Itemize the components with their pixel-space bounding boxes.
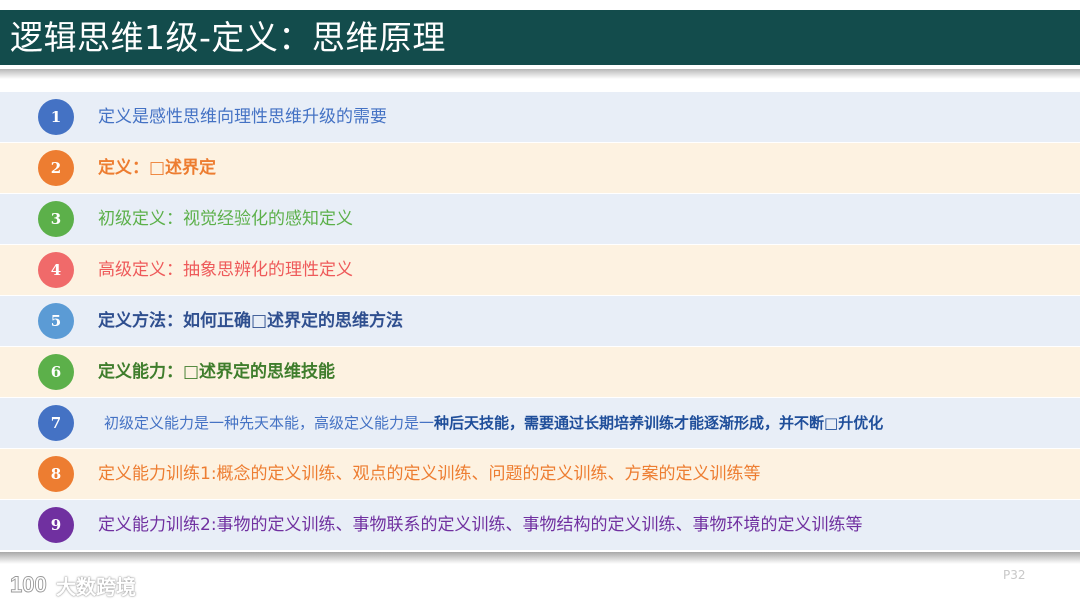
page-title: 逻辑思维1级-定义：思维原理 bbox=[10, 18, 446, 57]
item-text: 定义是感性思维向理性思维升级的需要 bbox=[98, 107, 387, 127]
list-item: 1 定义是感性思维向理性思维升级的需要 bbox=[0, 92, 1080, 142]
list-item: 5 定义方法：如何正确□述界定的思维方法 bbox=[0, 296, 1080, 346]
item-text: 初级定义能力是一种先天本能，高级定义能力是一种后天技能，需要通过长期培养训练才能… bbox=[104, 398, 883, 448]
item-text: 定义能力训练2:事物的定义训练、事物联系的定义训练、事物结构的定义训练、事物环境… bbox=[98, 515, 863, 535]
svg-text:100: 100 bbox=[10, 572, 47, 597]
number-badge: 9 bbox=[38, 507, 74, 543]
points-list: 1 定义是感性思维向理性思维升级的需要 2 定义：□述界定 3 初级定义：视觉经… bbox=[0, 92, 1080, 550]
number-badge: 5 bbox=[38, 303, 74, 339]
list-item: 6 定义能力：□述界定的思维技能 bbox=[0, 347, 1080, 397]
list-item: 3 初级定义：视觉经验化的感知定义 bbox=[0, 194, 1080, 244]
logo-100-icon: 100 bbox=[10, 572, 48, 598]
list-item: 9 定义能力训练2:事物的定义训练、事物联系的定义训练、事物结构的定义训练、事物… bbox=[0, 500, 1080, 550]
watermark-text: 大数跨境 bbox=[56, 575, 136, 599]
item-text: 定义能力训练1:概念的定义训练、观点的定义训练、问题的定义训练、方案的定义训练等 bbox=[98, 464, 761, 484]
page-number: P32 bbox=[1003, 568, 1026, 582]
list-item: 4 高级定义：抽象思辨化的理性定义 bbox=[0, 245, 1080, 295]
item-text: 初级定义：视觉经验化的感知定义 bbox=[98, 209, 353, 229]
number-badge: 2 bbox=[38, 150, 74, 186]
title-shadow bbox=[0, 69, 1080, 79]
number-badge: 8 bbox=[38, 456, 74, 492]
item-text: 定义能力：□述界定的思维技能 bbox=[98, 362, 336, 382]
list-item: 7 初级定义能力是一种先天本能，高级定义能力是一种后天技能，需要通过长期培养训练… bbox=[0, 398, 1080, 448]
item-text: 定义：□述界定 bbox=[98, 158, 217, 178]
list-item: 2 定义：□述界定 bbox=[0, 143, 1080, 193]
item-text-part: 初级定义能力是一种先天本能，高级定义能力是一 bbox=[104, 414, 435, 432]
item-text: 高级定义：抽象思辨化的理性定义 bbox=[98, 260, 353, 280]
number-badge: 7 bbox=[38, 405, 74, 441]
bottom-shadow bbox=[0, 552, 1080, 564]
number-badge: 4 bbox=[38, 252, 74, 288]
number-badge: 3 bbox=[38, 201, 74, 237]
list-item: 8 定义能力训练1:概念的定义训练、观点的定义训练、问题的定义训练、方案的定义训… bbox=[0, 449, 1080, 499]
number-badge: 1 bbox=[38, 99, 74, 135]
item-text-emphasis: 种后天技能，需要通过长期培养训练才能逐渐形成，并不断□升优化 bbox=[434, 414, 884, 432]
number-badge: 6 bbox=[38, 354, 74, 390]
item-text: 定义方法：如何正确□述界定的思维方法 bbox=[98, 311, 404, 331]
watermark: 100 大数跨境 bbox=[8, 568, 136, 600]
title-bar: 逻辑思维1级-定义：思维原理 bbox=[0, 10, 1080, 65]
